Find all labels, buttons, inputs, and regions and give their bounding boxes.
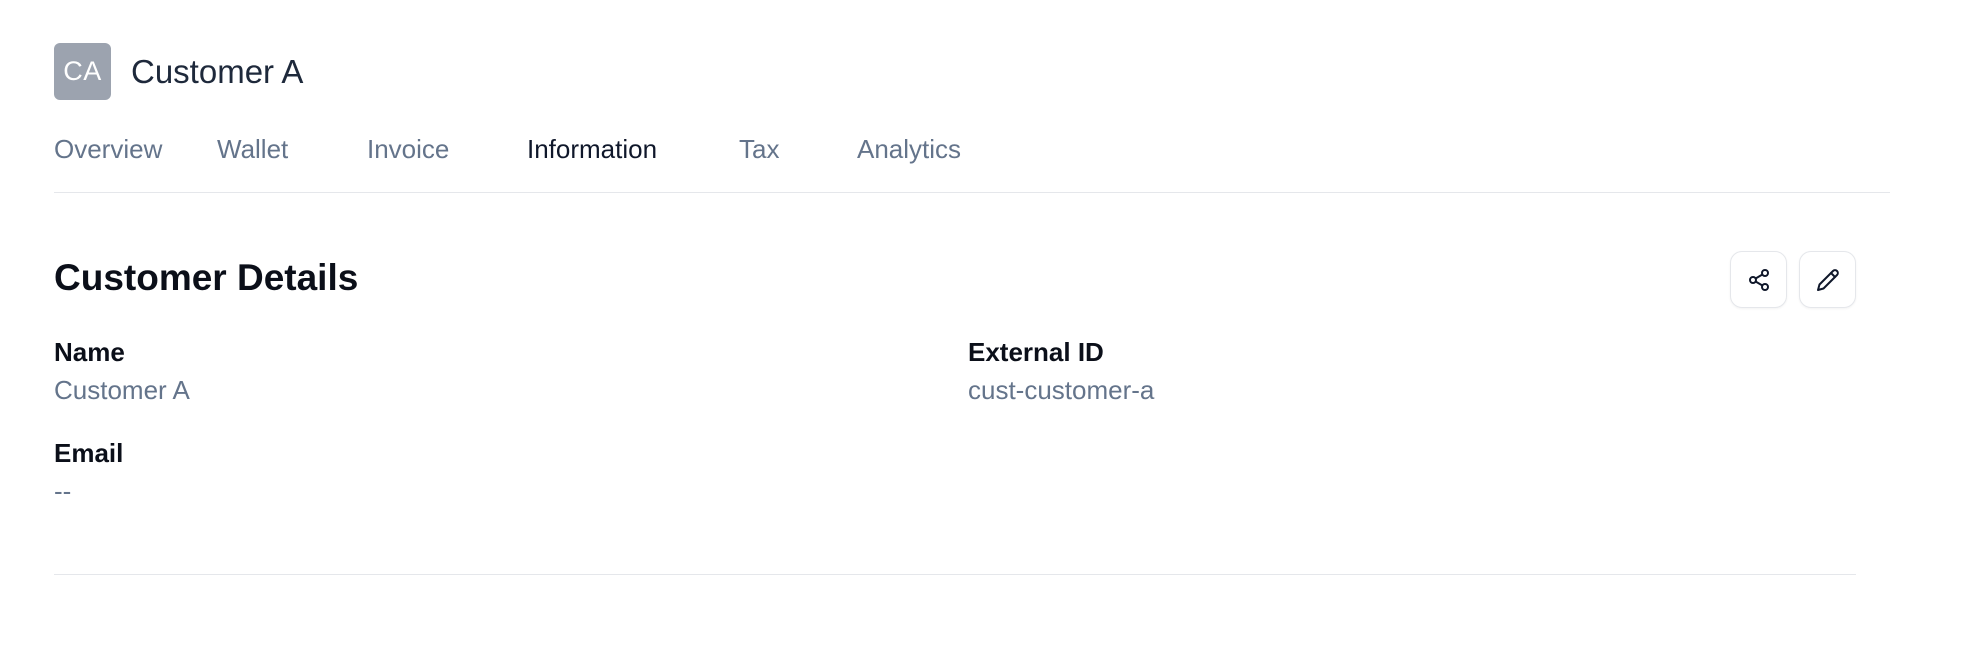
tab-invoice[interactable]: Invoice [367,134,449,164]
customer-details-header: Customer Details [54,251,1890,311]
tab-information[interactable]: Information [527,134,657,164]
tab-tax[interactable]: Tax [739,134,779,164]
field-label: External ID [968,337,1104,367]
customer-header: CA Customer A [54,43,1890,100]
tab-bar: Overview Wallet Invoice Information Tax … [54,134,1890,193]
field-value: cust-customer-a [968,375,1155,405]
customer-details: Name Customer A External ID cust-custome… [54,337,1890,557]
field-value: -- [54,476,72,506]
section-title: Customer Details [54,257,359,298]
tab-wallet[interactable]: Wallet [217,134,288,164]
tab-analytics[interactable]: Analytics [857,134,961,164]
field-external-id: External ID cust-customer-a [968,337,1154,405]
page-title: Customer A [131,52,304,90]
share-button[interactable] [1730,251,1787,308]
section-divider [54,574,1856,575]
tab-overview[interactable]: Overview [54,134,162,164]
field-label: Email [54,438,124,468]
share-icon [1748,268,1769,291]
avatar: CA [54,43,111,100]
field-label: Name [54,337,125,367]
pencil-icon [1816,268,1839,291]
field-value: Customer A [54,375,190,405]
customer-page: CA Customer A Overview Wallet Invoice In… [54,43,1890,575]
field-name: Name Customer A [54,337,190,405]
field-email: Email -- [54,438,123,506]
edit-button[interactable] [1799,251,1856,308]
